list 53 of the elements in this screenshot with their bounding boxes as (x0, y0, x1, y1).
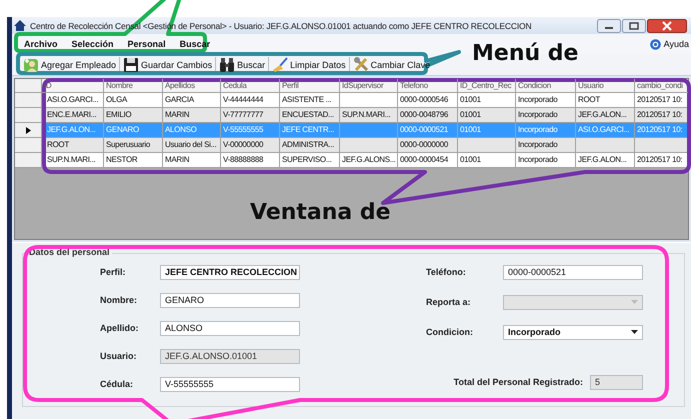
table-row[interactable]: SUP.N.MARI... NESTOR MARIN V-88888888 SUPERVISO... JEF.G.ALONS... 0000-0000454 01001 Incorporado JEF.G.ALON... 20120517 10: (15, 153, 688, 168)
input-field[interactable]: V-55555555 (160, 376, 300, 392)
table-cell: 20120517 10: (635, 153, 688, 168)
person-add-icon (23, 56, 39, 72)
row-header[interactable] (15, 123, 42, 138)
caret-icon (631, 300, 638, 304)
table-cell: MARIN (163, 153, 221, 168)
table-cell: 01001 (458, 153, 516, 168)
help-link[interactable]: Ayuda (650, 38, 689, 50)
field-label: Nombre: (100, 295, 138, 305)
field-label: Perfil: (100, 267, 127, 277)
table-row[interactable]: ROOT Superusuario Usuario del Si... V-00000000 ADMINISTRA... 0000-0000000 Incorporado (15, 138, 688, 153)
row-pointer-icon (26, 126, 30, 134)
input-field[interactable]: GENARO (160, 292, 300, 308)
table-cell: JEF.G.ALON... (576, 153, 635, 168)
minimize-button[interactable] (597, 18, 621, 32)
broom-icon (272, 56, 288, 72)
help-icon (650, 38, 661, 50)
toolbar-button[interactable]: Guardar Cambios (120, 56, 216, 72)
menu-item[interactable]: Personal (128, 39, 166, 49)
binoculars-icon (219, 56, 236, 72)
callout-caption: Menú de (472, 41, 578, 67)
toolbar-button[interactable]: Limpiar Datos (269, 56, 349, 72)
field-label: Reporta a: (426, 297, 472, 307)
input-field[interactable]: 0000-0000521 (503, 264, 643, 280)
field-label: Condicion: (426, 327, 474, 337)
tools-icon (352, 56, 369, 72)
table-cell: 0000-0000454 (398, 153, 458, 168)
close-button[interactable] (647, 18, 687, 32)
field-label: Teléfono: (426, 267, 467, 277)
table-cell: SUP.N.MARI... (42, 153, 104, 168)
toolbar-button[interactable]: Agregar Empleado (20, 56, 120, 72)
dropdown[interactable]: Incorporado (503, 324, 643, 340)
maximize-button[interactable] (622, 18, 646, 32)
table-cell: Incorporado (516, 153, 576, 168)
table-cell: V-88888888 (221, 153, 280, 168)
menu-item[interactable]: Archivo (24, 39, 58, 49)
dropdown[interactable]: JEFE CENTRO RECOLECCION (160, 264, 300, 280)
table-cell: JEF.G.ALONS... (340, 153, 398, 168)
field-label: Total del Personal Registrado: (454, 377, 583, 387)
field-label: Apellido: (100, 323, 140, 333)
input-field[interactable]: ALONSO (160, 320, 300, 336)
field-label: Usuario: (100, 351, 138, 361)
table-cell: SUPERVISO... (280, 153, 340, 168)
toolbar-button[interactable]: Buscar (216, 56, 268, 72)
house-icon (14, 20, 26, 31)
table-row[interactable]: ENC.E.MARI... EMILIO MARIN V-77777777 ENCUESTAD... SUP.N.MARI... 0000-0048796 01001 Incorporado JEF.G.ALON... 20120517 10: (15, 108, 688, 123)
menu-item[interactable]: Selección (72, 39, 114, 49)
field-label: Cédula: (100, 379, 134, 389)
callout-caption: Ventana de (250, 200, 391, 226)
caret-icon (631, 330, 638, 334)
table-row[interactable]: ASI.O.GARCI... OLGA GARCIA V-44444444 ASISTENTE ... 0000-0000546 01001 Incorporado ROOT 20120517 10: (15, 93, 688, 108)
table-cell: NESTOR (104, 153, 163, 168)
